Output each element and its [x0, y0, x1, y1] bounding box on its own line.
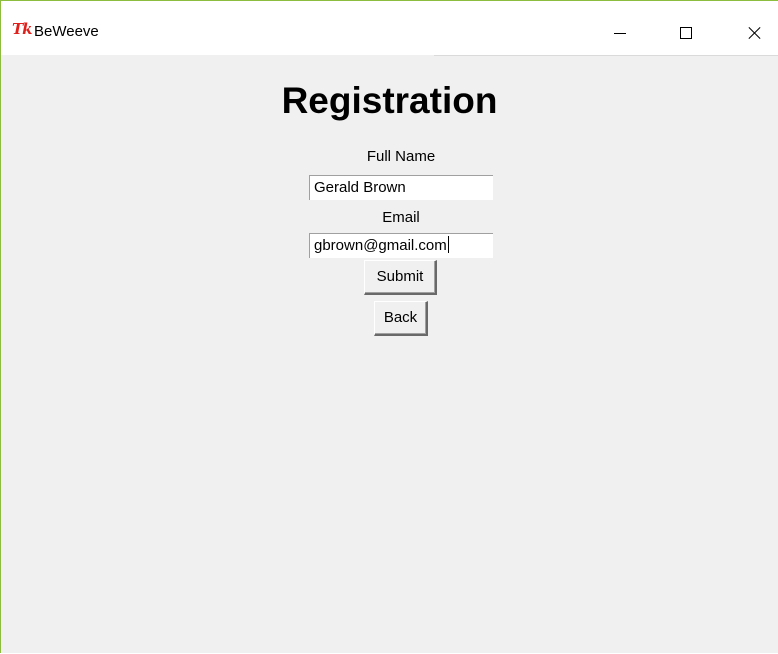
close-button[interactable] [732, 15, 778, 51]
maximize-button[interactable] [663, 15, 709, 51]
submit-button[interactable]: Submit [364, 260, 437, 295]
tk-logo-icon: Tk [12, 20, 33, 38]
app-window: Tk BeWeeve Registration Full Name Gerald… [0, 0, 778, 653]
email-value: gbrown@gmail.com [314, 237, 447, 254]
page-title: Registration [281, 80, 498, 121]
back-button[interactable]: Back [374, 301, 428, 336]
email-label: Email [382, 209, 420, 226]
full-name-value: Gerald Brown [314, 179, 406, 196]
title-bar[interactable]: Tk BeWeeve [1, 1, 778, 55]
full-name-label: Full Name [366, 148, 436, 165]
minimize-icon [614, 32, 626, 34]
full-name-field[interactable]: Gerald Brown [309, 175, 493, 200]
close-icon [749, 27, 761, 39]
window-title: BeWeeve [34, 23, 99, 40]
registration-form: Registration Full Name Gerald Brown Emai… [1, 56, 778, 654]
minimize-button[interactable] [597, 15, 643, 51]
email-field[interactable]: gbrown@gmail.com [309, 233, 493, 258]
text-cursor [447, 236, 449, 253]
maximize-icon [680, 27, 692, 39]
